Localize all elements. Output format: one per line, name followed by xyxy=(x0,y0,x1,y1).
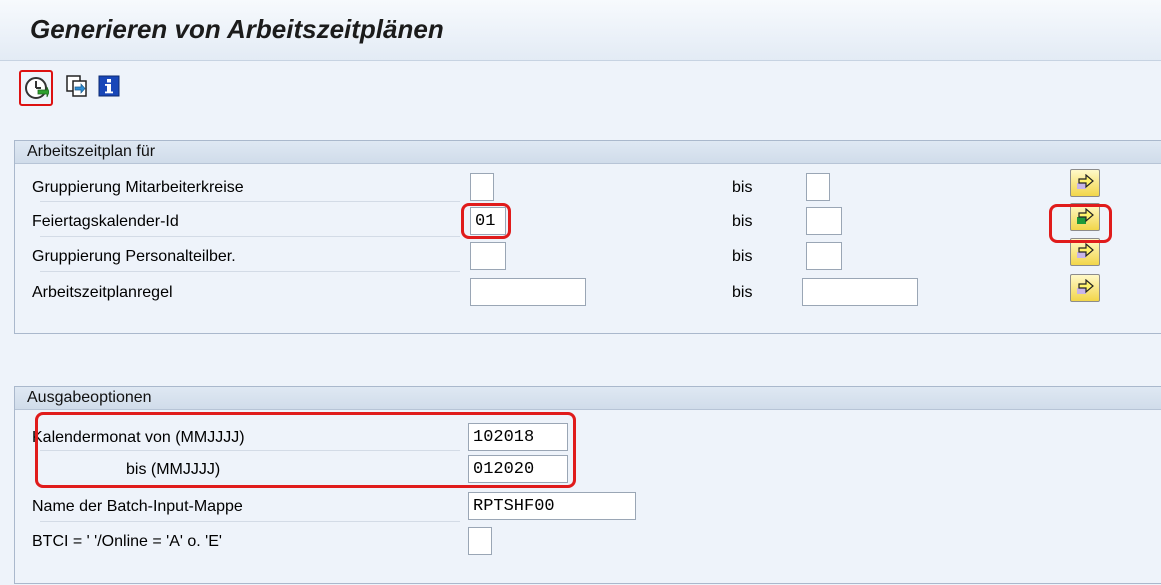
field-label: Feiertagskalender-Id xyxy=(32,213,179,230)
field-label: Gruppierung Mitarbeiterkreise xyxy=(32,179,244,196)
selection-row: Gruppierung Personalteilber. bis xyxy=(30,238,1130,270)
title-bar: Generieren von Arbeitszeitplänen xyxy=(0,0,1161,61)
to-field[interactable] xyxy=(802,278,918,306)
arrow-right-icon xyxy=(1077,243,1094,258)
arrow-right-icon xyxy=(1077,279,1094,294)
bis-label: bis xyxy=(732,248,753,265)
batch-input-session-field[interactable]: RPTSHF00 xyxy=(468,492,636,520)
row-separator xyxy=(40,201,460,202)
to-field[interactable] xyxy=(806,173,830,201)
field-label: Arbeitszeitplanregel xyxy=(32,284,173,301)
program-info-button[interactable] xyxy=(94,70,124,102)
multiple-selection-button[interactable] xyxy=(1070,274,1100,302)
multiple-selection-button[interactable] xyxy=(1070,169,1100,197)
parameter-row: BTCI = ' '/Online = 'A' o. 'E' xyxy=(30,527,590,555)
parameter-row: Name der Batch-Input-Mappe RPTSHF00 xyxy=(30,492,650,520)
to-field[interactable] xyxy=(806,242,842,270)
selection-row: Gruppierung Mitarbeiterkreise bis xyxy=(30,169,1130,201)
highlight-multiple-selection xyxy=(1049,204,1112,243)
field-label: BTCI = ' '/Online = 'A' o. 'E' xyxy=(32,533,222,550)
from-field[interactable] xyxy=(470,242,506,270)
highlight-calendar-id xyxy=(461,203,511,239)
btci-mode-field[interactable] xyxy=(468,527,492,555)
execute-button[interactable] xyxy=(19,70,53,106)
bis-label: bis xyxy=(732,213,753,230)
bis-label: bis xyxy=(732,179,753,196)
execute-clock-icon xyxy=(25,77,49,99)
bis-label: bis xyxy=(732,284,753,301)
from-field[interactable] xyxy=(470,173,494,201)
selection-row: Feiertagskalender-Id 01 bis xyxy=(30,203,1130,235)
program-info-icon xyxy=(98,75,120,97)
field-label: Name der Batch-Input-Mappe xyxy=(32,498,243,515)
block-title: Ausgabeoptionen xyxy=(15,387,1161,410)
row-separator xyxy=(40,236,460,237)
page-title: Generieren von Arbeitszeitplänen xyxy=(30,14,444,44)
block-title: Arbeitszeitplan für xyxy=(15,141,1161,164)
arrow-right-icon xyxy=(1077,174,1094,189)
row-separator xyxy=(40,521,460,522)
row-separator xyxy=(40,271,460,272)
field-label: Gruppierung Personalteilber. xyxy=(32,248,236,265)
to-field[interactable] xyxy=(806,207,842,235)
get-variant-button[interactable] xyxy=(62,70,92,102)
selection-row: Arbeitszeitplanregel bis xyxy=(30,274,1130,306)
highlight-month-range xyxy=(35,412,576,488)
from-field[interactable] xyxy=(470,278,586,306)
get-variant-icon xyxy=(66,75,87,97)
application-toolbar xyxy=(0,62,1161,118)
